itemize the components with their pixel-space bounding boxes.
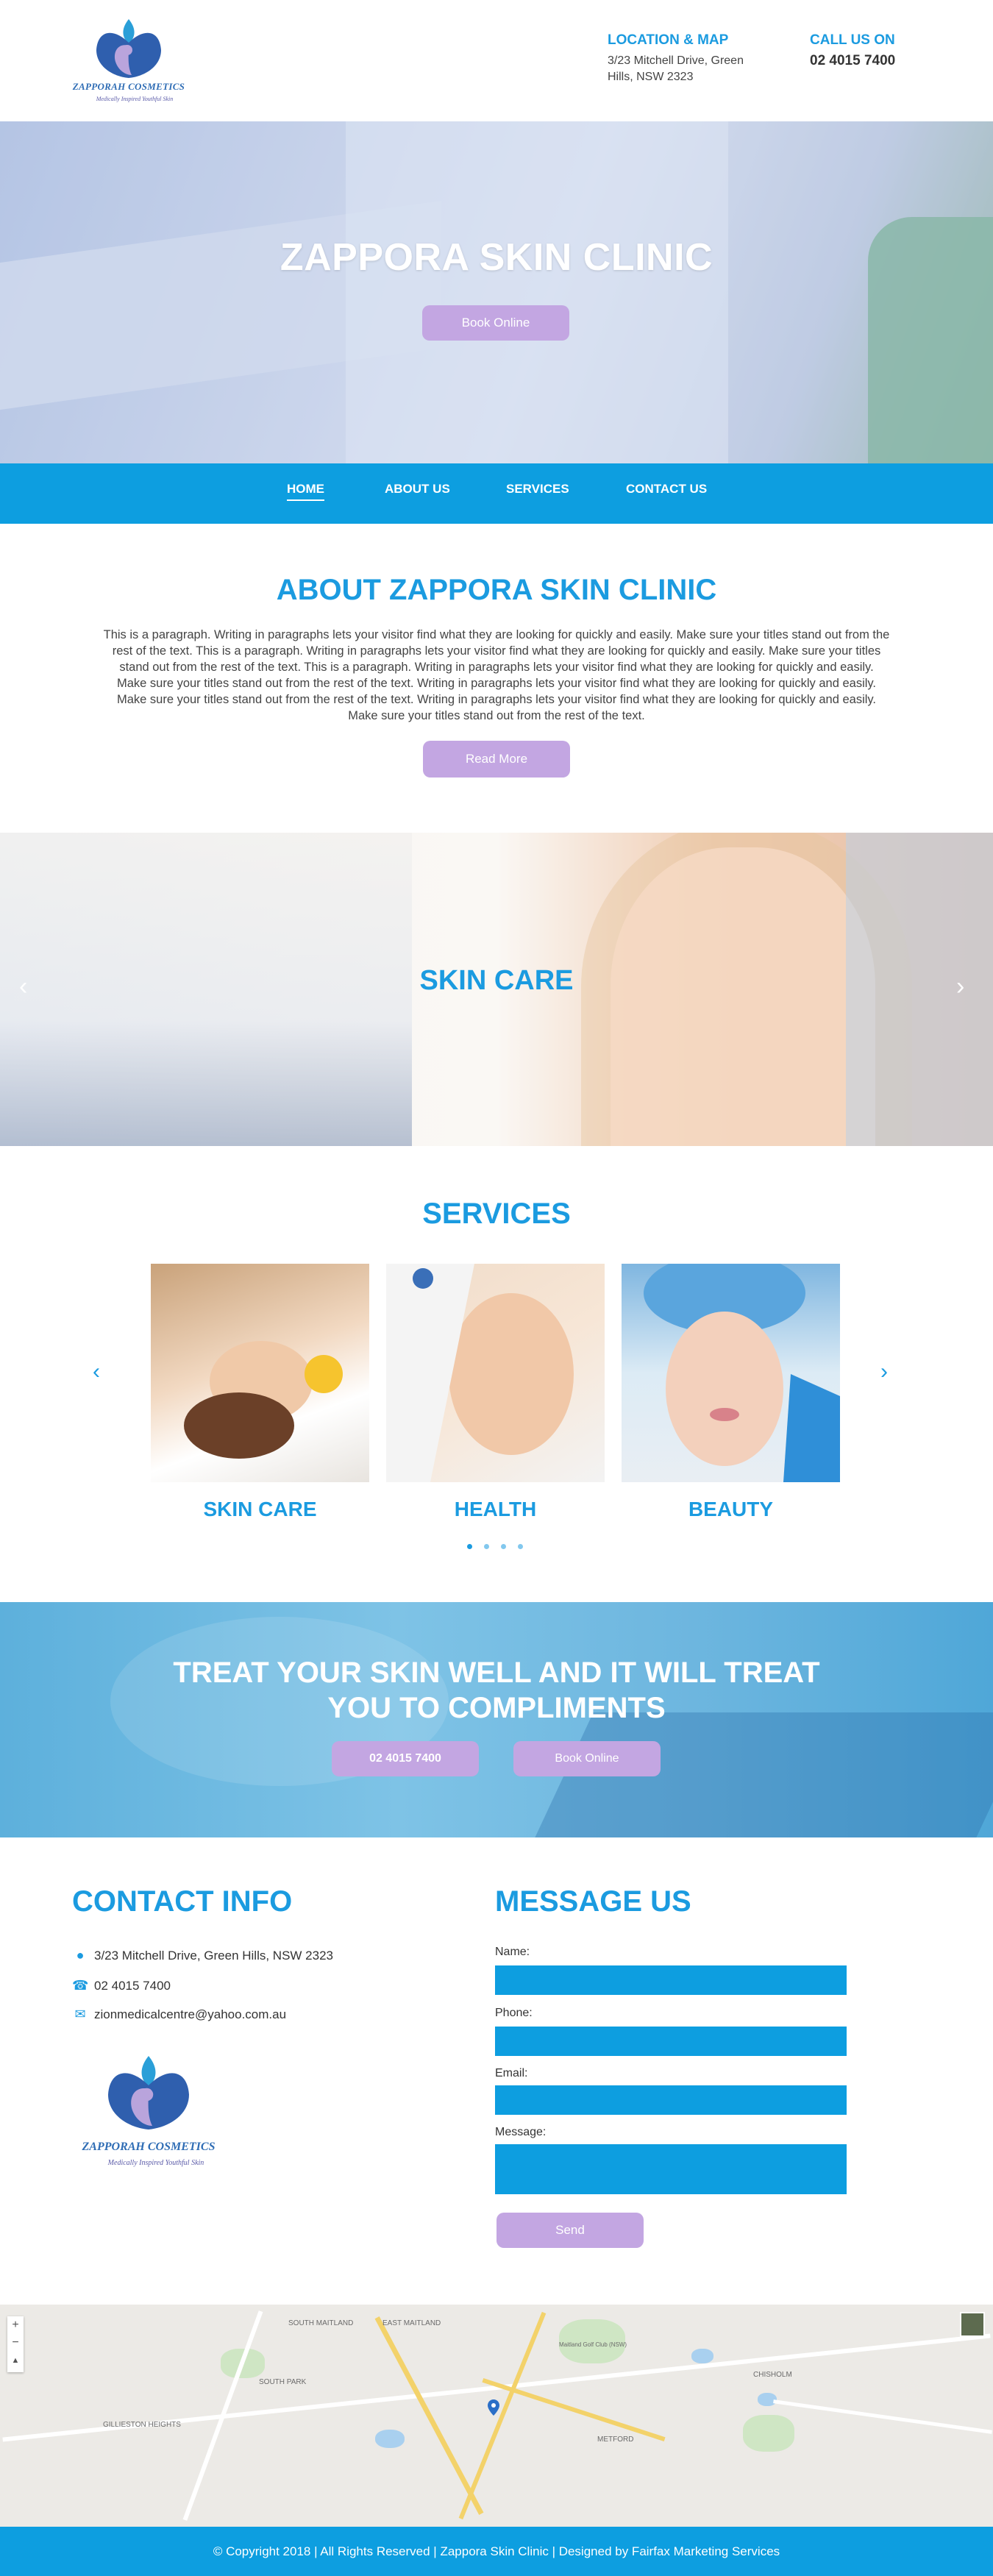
contact-email: ✉ zionmedicalcentre@yahoo.com.au — [72, 2007, 286, 2022]
banner-title: SKIN CARE — [419, 965, 574, 996]
email-field[interactable] — [495, 2085, 847, 2115]
cta-line1: TREAT YOUR SKIN WELL AND IT WILL TREAT — [173, 1657, 820, 1689]
envelope-icon: ✉ — [74, 2007, 86, 2021]
contact-address-text: 3/23 Mitchell Drive, Green Hills, NSW 23… — [94, 1949, 334, 1963]
contact-logo-brand: ZAPPORAH COSMETICS — [82, 2141, 216, 2153]
location-map[interactable]: SOUTH MAITLAND EAST MAITLAND SOUTH PARK … — [0, 2305, 993, 2527]
contact-address: ● 3/23 Mitchell Drive, Green Hills, NSW 2… — [72, 1948, 333, 1963]
lotus-logo-icon — [108, 2056, 189, 2130]
services-prev-chevron-icon[interactable]: ‹ — [93, 1359, 100, 1384]
nav-about-us[interactable]: ABOUT US — [385, 482, 450, 497]
phone-field[interactable] — [495, 2027, 847, 2056]
map-label-gillieston-heights: GILLIESTON HEIGHTS — [103, 2421, 181, 2429]
location-address-line2: Hills, NSW 2323 — [608, 71, 694, 83]
service-image-beauty[interactable] — [622, 1264, 840, 1482]
zoom-out-icon[interactable]: − — [7, 2334, 24, 2352]
map-label-metford: METFORD — [597, 2436, 634, 2444]
contact-phone: ☎ 02 4015 7400 — [72, 1978, 171, 1993]
map-label-south-maitland: SOUTH MAITLAND — [288, 2319, 354, 2327]
about-paragraph: This is a paragraph. Writing in paragrap… — [103, 628, 890, 722]
service-label-beauty[interactable]: BEAUTY — [622, 1498, 840, 1521]
site-logo[interactable]: ZAPPORAH COSMETICS Medically Inspired Yo… — [70, 13, 188, 113]
chevron-left-icon[interactable]: ‹ — [19, 972, 27, 1001]
carousel-dots — [467, 1540, 535, 1553]
email-label: Email: — [495, 2067, 528, 2079]
main-nav: HOME ABOUT US SERVICES CONTACT US — [0, 463, 993, 524]
send-button[interactable]: Send — [496, 2213, 644, 2248]
nav-contact-us[interactable]: CONTACT US — [626, 482, 707, 497]
service-image-health[interactable] — [386, 1264, 605, 1482]
carousel-dot[interactable] — [501, 1544, 506, 1549]
name-label: Name: — [495, 1946, 530, 1958]
map-label-east-maitland: EAST MAITLAND — [382, 2319, 441, 2327]
services-next-chevron-icon[interactable]: › — [880, 1359, 888, 1384]
message-label: Message: — [495, 2126, 547, 2138]
skin-care-banner: SKIN CARE ‹ › — [0, 833, 993, 1146]
map-label-chisholm: CHISHOLM — [753, 2371, 792, 2379]
phone-label: Phone: — [495, 2007, 533, 2019]
map-zoom-controls[interactable]: + − ▲ — [7, 2316, 24, 2372]
location-title[interactable]: LOCATION & MAP — [608, 32, 744, 49]
contact-phone-text[interactable]: 02 4015 7400 — [94, 1979, 171, 1993]
logo-tagline: Medically Inspired Youthful Skin — [96, 96, 174, 102]
read-more-button[interactable]: Read More — [423, 741, 570, 778]
service-label-skin-care[interactable]: SKIN CARE — [151, 1498, 369, 1521]
satellite-toggle-button[interactable] — [960, 2312, 985, 2337]
name-field[interactable] — [495, 1965, 847, 1995]
logo-brand-text: ZAPPORAH COSMETICS — [72, 81, 185, 92]
carousel-dot[interactable] — [484, 1544, 489, 1549]
contact-info-title: CONTACT INFO — [72, 1885, 293, 1918]
service-image-skin-care[interactable] — [151, 1264, 369, 1482]
about-title: ABOUT ZAPPORA SKIN CLINIC — [276, 574, 717, 606]
message-us-title: MESSAGE US — [495, 1885, 691, 1918]
contact-logo-tagline: Medically Inspired Youthful Skin — [107, 2159, 204, 2167]
map-label-golf-club: Maitland Golf Club (NSW) — [559, 2341, 627, 2348]
hero-book-online-button[interactable]: Book Online — [422, 305, 569, 341]
cta-book-online-button[interactable]: Book Online — [513, 1741, 661, 1776]
cta-phone-button[interactable]: 02 4015 7400 — [332, 1741, 479, 1776]
chevron-right-icon[interactable]: › — [956, 972, 964, 1001]
site-header: ZAPPORAH COSMETICS Medically Inspired Yo… — [0, 0, 993, 121]
services-title: SERVICES — [422, 1198, 571, 1230]
page: ZAPPORAH COSMETICS Medically Inspired Yo… — [0, 0, 993, 2576]
location-address-line1: 3/23 Mitchell Drive, Green — [608, 54, 744, 67]
nav-home[interactable]: HOME — [287, 482, 324, 501]
site-footer: © Copyright 2018 | All Rights Reserved |… — [0, 2527, 993, 2576]
phone-icon: ☎ — [72, 1978, 89, 1993]
service-label-health[interactable]: HEALTH — [386, 1498, 605, 1521]
carousel-dot[interactable] — [467, 1544, 472, 1549]
hero-title: ZAPPORA SKIN CLINIC — [280, 236, 713, 279]
contact-email-text[interactable]: zionmedicalcentre@yahoo.com.au — [94, 2007, 286, 2021]
cta-line2: YOU TO COMPLIMENTS — [327, 1692, 666, 1724]
nav-services[interactable]: SERVICES — [506, 482, 569, 497]
cta-headline: TREAT YOUR SKIN WELL AND IT WILL TREAT Y… — [129, 1655, 864, 1726]
compass-icon[interactable]: ▲ — [7, 2352, 24, 2369]
carousel-dot[interactable] — [518, 1544, 523, 1549]
location-block: LOCATION & MAP 3/23 Mitchell Drive, Gree… — [608, 32, 744, 85]
map-marker-icon[interactable] — [488, 2399, 499, 2416]
message-field[interactable] — [495, 2144, 847, 2194]
cta-section: TREAT YOUR SKIN WELL AND IT WILL TREAT Y… — [0, 1602, 993, 1837]
copyright-text: © Copyright 2018 | All Rights Reserved |… — [213, 2544, 780, 2558]
zoom-in-icon[interactable]: + — [7, 2316, 24, 2334]
hero-section: ZAPPORA SKIN CLINIC Book Online — [0, 121, 993, 463]
lotus-logo-icon — [96, 19, 161, 78]
header-phone[interactable]: 02 4015 7400 — [810, 53, 895, 69]
map-pin-icon: ● — [76, 1948, 85, 1963]
contact-logo: ZAPPORAH COSMETICS Medically Inspired Yo… — [75, 2049, 222, 2181]
call-block: CALL US ON 02 4015 7400 — [810, 32, 895, 69]
map-label-south-park: SOUTH PARK — [259, 2378, 307, 2386]
call-title: CALL US ON — [810, 32, 895, 48]
